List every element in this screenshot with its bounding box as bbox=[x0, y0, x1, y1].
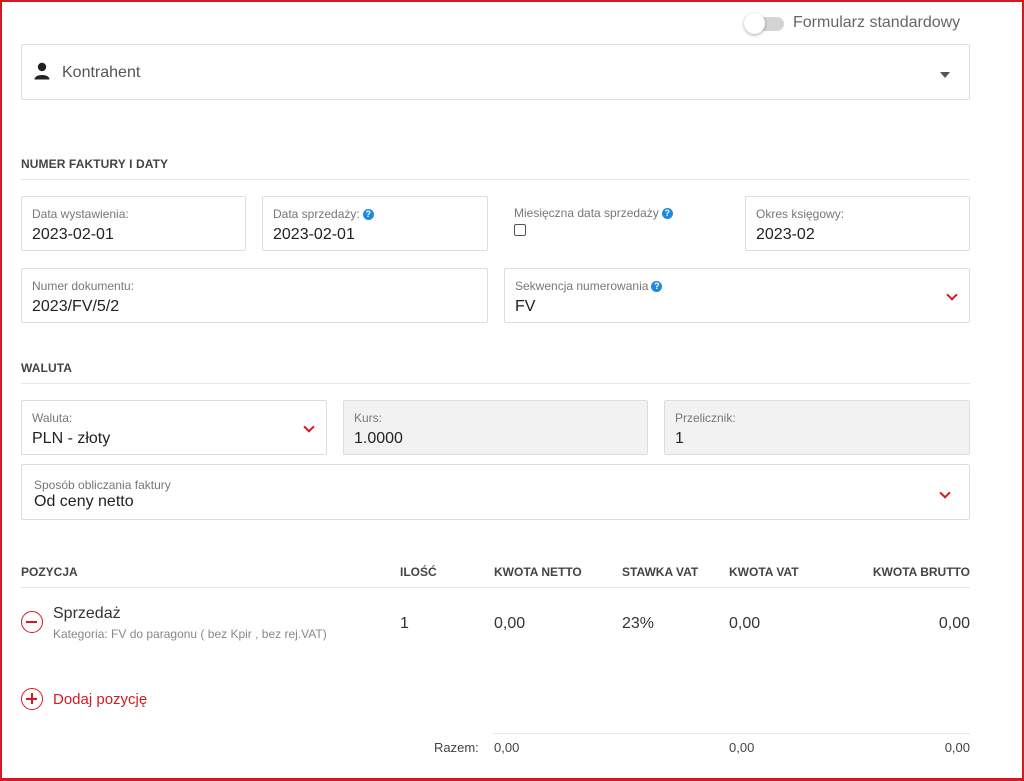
window-frame bbox=[0, 0, 1024, 781]
help-icon[interactable]: ? bbox=[651, 281, 663, 292]
form-toggle-label: Formularz standardowy bbox=[793, 14, 961, 31]
sale-date-label: Data sprzedaży: bbox=[273, 207, 360, 221]
section-title-invoice: NUMER FAKTURY I DATY bbox=[21, 157, 169, 171]
totals-net: 0,00 bbox=[494, 740, 520, 755]
document-number-value: 2023/FV/5/2 bbox=[32, 298, 120, 315]
divider bbox=[21, 587, 970, 588]
totals-gross: 0,00 bbox=[944, 740, 970, 755]
help-icon[interactable]: ? bbox=[362, 209, 374, 220]
caret-down-icon[interactable] bbox=[940, 72, 950, 78]
monthly-sale-date-checkbox[interactable] bbox=[514, 224, 526, 236]
row-vat: 0,00 bbox=[729, 615, 761, 632]
document-number-label: Numer dokumentu: bbox=[32, 279, 135, 293]
totals-label: Razem: bbox=[434, 740, 479, 755]
row-category: Kategoria: FV do paragonu ( bez Kpir , b… bbox=[53, 627, 327, 641]
numbering-sequence-select[interactable]: Sekwencja numerowania? FV bbox=[504, 268, 970, 323]
accounting-period-value: 2023-02 bbox=[756, 226, 815, 243]
col-header-position: POZYCJA bbox=[21, 565, 78, 579]
add-icon[interactable] bbox=[21, 688, 43, 710]
col-header-net: KWOTA NETTO bbox=[494, 565, 582, 579]
divider bbox=[21, 179, 970, 180]
totals-divider bbox=[493, 733, 970, 734]
chevron-down-icon[interactable] bbox=[946, 289, 958, 301]
numbering-sequence-value: FV bbox=[515, 298, 536, 315]
rate-value: 1.0000 bbox=[354, 430, 403, 447]
currency-select[interactable]: Waluta: PLN - złoty bbox=[21, 400, 327, 455]
col-header-vat: KWOTA VAT bbox=[729, 565, 799, 579]
help-icon[interactable]: ? bbox=[661, 208, 673, 219]
calc-method-label: Sposób obliczania faktury bbox=[34, 478, 171, 492]
sale-date-field[interactable]: Data sprzedaży:? 2023-02-01 bbox=[262, 196, 488, 251]
accounting-period-label: Okres księgowy: bbox=[756, 207, 845, 221]
sale-date-value: 2023-02-01 bbox=[273, 226, 355, 243]
col-header-qty: ILOŚĆ bbox=[400, 565, 437, 579]
row-vat-rate: 23% bbox=[622, 615, 655, 632]
monthly-sale-date-label-wrap: Miesięczna data sprzedaży? bbox=[514, 206, 673, 220]
sale-date-label-wrap: Data sprzedaży:? bbox=[273, 207, 374, 221]
converter-label: Przelicznik: bbox=[675, 411, 736, 425]
contractor-select[interactable]: Kontrahent bbox=[21, 44, 970, 100]
currency-label: Waluta: bbox=[32, 411, 73, 425]
row-qty: 1 bbox=[400, 615, 409, 632]
issue-date-field[interactable]: Data wystawienia: 2023-02-01 bbox=[21, 196, 246, 251]
form-toggle-knob[interactable] bbox=[744, 13, 765, 34]
issue-date-value: 2023-02-01 bbox=[32, 226, 114, 243]
row-net: 0,00 bbox=[494, 615, 526, 632]
divider bbox=[21, 383, 970, 384]
col-header-vat-rate: STAWKA VAT bbox=[622, 565, 699, 579]
chevron-down-icon[interactable] bbox=[303, 421, 315, 433]
section-title-currency: WALUTA bbox=[21, 361, 73, 375]
numbering-sequence-label-wrap: Sekwencja numerowania? bbox=[515, 279, 663, 293]
monthly-sale-date-label: Miesięczna data sprzedaży bbox=[514, 206, 659, 220]
remove-row-icon[interactable] bbox=[21, 611, 43, 633]
row-name[interactable]: Sprzedaż bbox=[53, 605, 121, 623]
accounting-period-field[interactable]: Okres księgowy: 2023-02 bbox=[745, 196, 970, 251]
converter-field: Przelicznik: 1 bbox=[664, 400, 970, 455]
numbering-sequence-label: Sekwencja numerowania bbox=[515, 279, 649, 293]
rate-label: Kurs: bbox=[354, 411, 383, 425]
currency-value: PLN - złoty bbox=[32, 430, 111, 447]
add-position-link[interactable]: Dodaj pozycję bbox=[53, 691, 147, 708]
contractor-placeholder: Kontrahent bbox=[62, 64, 141, 81]
row-gross: 0,00 bbox=[938, 615, 970, 632]
issue-date-label: Data wystawienia: bbox=[32, 207, 129, 221]
chevron-down-icon[interactable] bbox=[939, 487, 951, 499]
user-icon bbox=[34, 62, 50, 80]
calc-method-select[interactable]: Sposób obliczania faktury Od ceny netto bbox=[21, 464, 970, 520]
document-number-field[interactable]: Numer dokumentu: 2023/FV/5/2 bbox=[21, 268, 488, 323]
totals-vat: 0,00 bbox=[729, 740, 755, 755]
col-header-gross: KWOTA BRUTTO bbox=[872, 565, 970, 579]
calc-method-value: Od ceny netto bbox=[34, 493, 134, 510]
rate-field: Kurs: 1.0000 bbox=[343, 400, 648, 455]
converter-value: 1 bbox=[675, 430, 684, 447]
